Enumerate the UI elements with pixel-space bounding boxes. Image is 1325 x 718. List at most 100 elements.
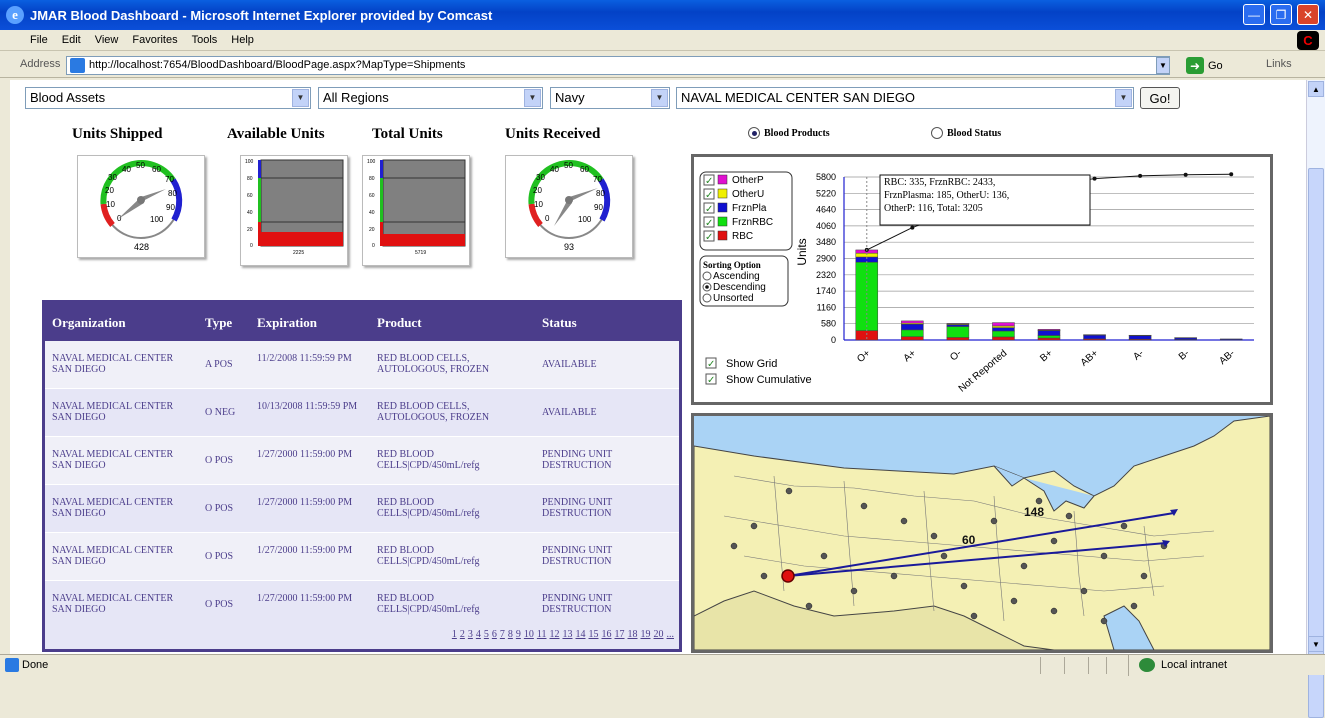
dial-tick: 10 [106, 200, 115, 209]
bar-segment[interactable] [901, 330, 923, 337]
page-link[interactable]: 5 [484, 629, 489, 640]
shipment-map-panel[interactable]: 148 60 [691, 413, 1273, 653]
vertical-scrollbar[interactable]: ▲ ▼ [1306, 80, 1325, 654]
tooltip-line: FrznPlasma: 185, OtherU: 136, [884, 190, 1009, 201]
cell-status: PENDING UNIT DESTRUCTION [542, 545, 652, 567]
dial-tick: 100 [150, 215, 164, 224]
apply-go-button[interactable]: Go! [1140, 87, 1180, 109]
bar-segment[interactable] [901, 324, 923, 330]
table-row[interactable]: NAVAL MEDICAL CENTER SAN DIEGOO NEG10/13… [45, 389, 679, 437]
bar-segment[interactable] [1038, 331, 1060, 336]
sorting-radio[interactable] [703, 294, 711, 302]
table-row[interactable]: NAVAL MEDICAL CENTER SAN DIEGOO POS1/27/… [45, 533, 679, 581]
bar-segment[interactable] [1038, 329, 1060, 330]
col-expiration[interactable]: Expiration [257, 315, 317, 331]
cell-org: NAVAL MEDICAL CENTER SAN DIEGO [52, 545, 182, 567]
page-link[interactable]: 3 [468, 629, 473, 640]
table-row[interactable]: NAVAL MEDICAL CENTER SAN DIEGOA POS11/2/… [45, 341, 679, 389]
menu-favorites[interactable]: Favorites [132, 34, 177, 46]
page-link[interactable]: 19 [641, 629, 651, 640]
bar-segment[interactable] [1175, 338, 1197, 340]
bar-segment[interactable] [901, 321, 923, 323]
menu-edit[interactable]: Edit [62, 34, 81, 46]
bar-tick: 60 [369, 193, 375, 199]
minimize-button[interactable]: — [1243, 4, 1265, 25]
chevron-down-icon: ▼ [292, 89, 309, 107]
page-link[interactable]: 2 [460, 629, 465, 640]
page-link[interactable]: 9 [516, 629, 521, 640]
links-button[interactable]: Links [1266, 58, 1292, 70]
menu-file[interactable]: File [30, 34, 48, 46]
address-dropdown-icon[interactable]: ▼ [1156, 57, 1170, 74]
bar-segment[interactable] [856, 262, 878, 330]
facility-select[interactable]: NAVAL MEDICAL CENTER SAN DIEGO▼ [676, 87, 1134, 109]
table-row[interactable]: NAVAL MEDICAL CENTER SAN DIEGOO POS1/27/… [45, 437, 679, 485]
bar-segment[interactable] [1129, 336, 1151, 339]
map-route-label: 60 [962, 533, 976, 547]
bar-segment[interactable] [1038, 336, 1060, 339]
close-button[interactable]: ✕ [1297, 4, 1319, 25]
bar-segment[interactable] [947, 327, 969, 338]
dial-tick: 80 [596, 189, 605, 198]
col-status[interactable]: Status [542, 315, 577, 331]
region-select[interactable]: All Regions▼ [318, 87, 543, 109]
bar-segment[interactable] [992, 328, 1014, 331]
cell-exp: 11/2/2008 11:59:59 PM [257, 353, 372, 364]
dial-shipped-svg: 0 10 20 30 40 50 60 70 80 90 100 428 [78, 156, 204, 257]
page-link[interactable]: 14 [576, 629, 586, 640]
scroll-up-icon[interactable]: ▲ [1308, 81, 1324, 97]
page-link[interactable]: 10 [524, 629, 534, 640]
bar-segment[interactable] [1038, 338, 1060, 340]
dial-tick: 20 [533, 186, 542, 195]
sorting-radio[interactable] [703, 272, 711, 280]
bar-segment[interactable] [992, 326, 1014, 328]
menu-view[interactable]: View [95, 34, 119, 46]
page-link[interactable]: 16 [602, 629, 612, 640]
scroll-down-icon[interactable]: ▼ [1308, 636, 1324, 652]
bar-segment[interactable] [1220, 339, 1242, 340]
go-button[interactable]: ➜ Go [1186, 56, 1236, 75]
page-link[interactable]: 18 [628, 629, 638, 640]
bar-segment[interactable] [1084, 335, 1106, 339]
page-link[interactable]: 7 [500, 629, 505, 640]
page-link[interactable]: 20 [654, 629, 664, 640]
page-link[interactable]: 15 [589, 629, 599, 640]
gauge-title-available: Available Units [227, 126, 325, 143]
menu-help[interactable]: Help [231, 34, 254, 46]
legend-swatch [718, 231, 727, 240]
address-input[interactable]: http://localhost:7654/BloodDashboard/Blo… [66, 56, 1170, 75]
page-link[interactable]: 8 [508, 629, 513, 640]
bar-segment[interactable] [992, 331, 1014, 337]
bar-segment[interactable] [992, 337, 1014, 340]
page-link[interactable]: 17 [615, 629, 625, 640]
bar-segment[interactable] [947, 325, 969, 327]
y-tick-label: 1160 [817, 302, 836, 312]
legend-label: OtherP [732, 175, 764, 186]
page-link[interactable]: 1 [452, 629, 457, 640]
total-units-gauge: 100 80 60 40 20 0 5719 [362, 155, 470, 266]
bar-segment[interactable] [947, 337, 969, 340]
radio-blood-products[interactable]: Blood Products [748, 127, 830, 139]
col-organization[interactable]: Organization [52, 315, 126, 331]
bar-tick: 40 [369, 210, 375, 216]
page-link[interactable]: 4 [476, 629, 481, 640]
page-link[interactable]: ... [667, 629, 675, 640]
col-type[interactable]: Type [205, 315, 232, 331]
restore-button[interactable]: ❐ [1270, 4, 1292, 25]
page-link[interactable]: 11 [537, 629, 547, 640]
page-link[interactable]: 13 [563, 629, 573, 640]
radio-status-label: Blood Status [947, 128, 1001, 139]
service-select[interactable]: Navy▼ [550, 87, 670, 109]
bar-segment[interactable] [947, 323, 969, 324]
radio-dot [705, 285, 709, 289]
asset-select[interactable]: Blood Assets▼ [25, 87, 311, 109]
col-product[interactable]: Product [377, 315, 422, 331]
table-row[interactable]: NAVAL MEDICAL CENTER SAN DIEGOO POS1/27/… [45, 485, 679, 533]
page-link[interactable]: 6 [492, 629, 497, 640]
bar-segment[interactable] [901, 337, 923, 340]
menu-tools[interactable]: Tools [192, 34, 218, 46]
radio-blood-status[interactable]: Blood Status [931, 127, 1001, 139]
bar-segment[interactable] [992, 323, 1014, 326]
chevron-down-icon: ▼ [651, 89, 668, 107]
page-link[interactable]: 12 [550, 629, 560, 640]
